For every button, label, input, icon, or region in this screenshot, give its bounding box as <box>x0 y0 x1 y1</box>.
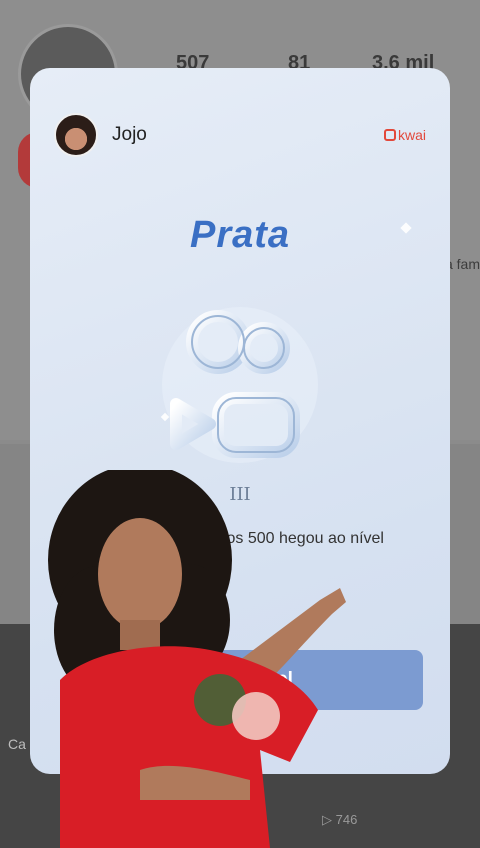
modal-header: Jojo kwai <box>54 112 426 158</box>
kwai-level-emblem-icon <box>162 307 318 463</box>
kwai-logo: kwai <box>383 127 426 143</box>
kwai-logo-icon <box>383 129 396 141</box>
level-title: Prata <box>189 214 291 256</box>
dancer-overlay-image <box>48 470 346 848</box>
caption-fragment: Ca <box>8 736 26 752</box>
kwai-logo-text: kwai <box>397 127 426 143</box>
user-name: Jojo <box>112 124 147 145</box>
profile-side-text: a fam <box>444 256 480 272</box>
user-avatar <box>54 113 98 157</box>
